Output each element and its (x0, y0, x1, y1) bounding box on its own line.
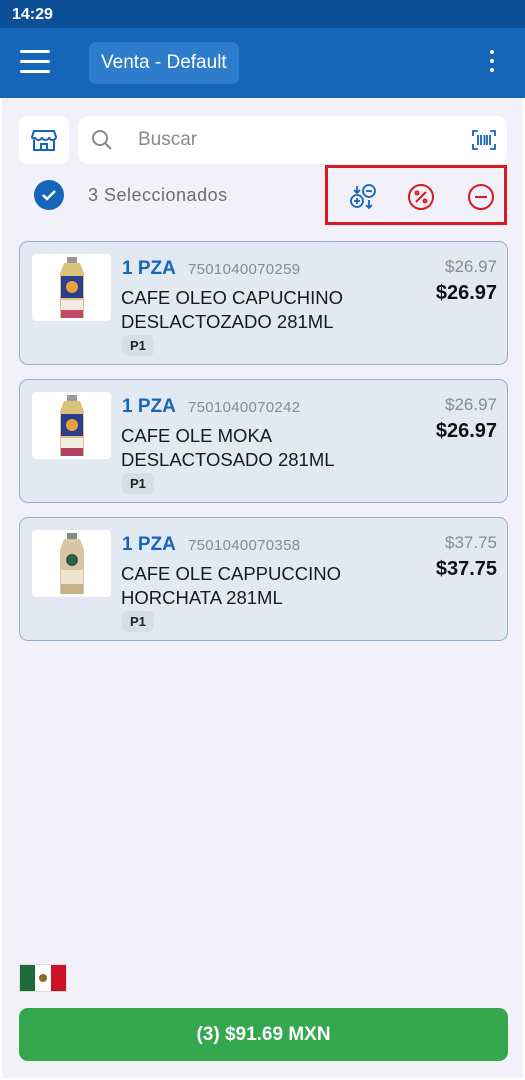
selection-actions (325, 165, 507, 225)
item-name: CAFE OLEO CAPUCHINO DESLACTOZADO 281ML (121, 286, 371, 334)
status-bar: 14:29 (0, 0, 525, 28)
item-original-price: $26.97 (445, 257, 497, 276)
mexico-flag-icon[interactable] (19, 964, 67, 992)
store-button[interactable] (19, 116, 69, 164)
item-name-line1: CAFE OLE MOKA (121, 425, 273, 446)
item-name-line1: CAFE OLE CAPPUCCINO (121, 563, 341, 584)
quantity-adjust-icon[interactable] (347, 181, 379, 213)
item-original-price: $26.97 (445, 395, 497, 414)
status-time: 14:29 (12, 6, 53, 23)
cart-item[interactable]: 1 PZA 7501040070358 CAFE OLE CAPPUCCINO … (19, 517, 508, 641)
barcode-scan-icon[interactable] (472, 130, 496, 150)
price-list-badge: P1 (122, 611, 154, 632)
main-content: 3 Seleccionados 1 PZA 7501040070259 CAFE… (2, 98, 523, 1078)
item-name-line2: DESLACTOZADO 281ML (121, 311, 334, 332)
price-list-badge: P1 (122, 473, 154, 494)
menu-icon[interactable] (20, 50, 50, 76)
cart-item[interactable]: 1 PZA 7501040070242 CAFE OLE MOKA DESLAC… (19, 379, 508, 503)
item-quantity: 1 PZA (122, 396, 176, 417)
search-input[interactable] (138, 126, 458, 154)
store-icon (31, 130, 57, 151)
item-price: $26.97 (435, 420, 497, 442)
app-bar: Venta - Default (0, 28, 525, 98)
item-quantity: 1 PZA (122, 258, 176, 279)
more-vert-icon[interactable] (482, 50, 502, 78)
item-price: $26.97 (435, 282, 497, 304)
item-barcode: 7501040070358 (188, 537, 301, 554)
checkout-button[interactable]: (3) $91.69 MXN (19, 1008, 508, 1061)
discount-icon[interactable] (405, 181, 437, 213)
select-all-checkbox[interactable] (34, 180, 64, 210)
product-image (32, 254, 111, 321)
price-list-badge: P1 (122, 335, 154, 356)
page-title[interactable]: Venta - Default (89, 42, 239, 84)
selection-count: 3 Seleccionados (88, 185, 228, 205)
product-image (32, 392, 111, 459)
check-icon (42, 190, 56, 201)
item-name-line1: CAFE OLEO CAPUCHINO (121, 287, 344, 308)
item-name: CAFE OLE MOKA DESLACTOSADO 281ML (121, 424, 371, 472)
item-price: $37.75 (435, 558, 497, 580)
item-quantity: 1 PZA (122, 534, 176, 555)
remove-icon[interactable] (465, 181, 497, 213)
search-icon (92, 130, 112, 150)
cart-items-list: 1 PZA 7501040070259 CAFE OLEO CAPUCHINO … (19, 241, 508, 655)
item-barcode: 7501040070259 (188, 261, 301, 278)
item-name-line2: DESLACTOSADO 281ML (121, 449, 335, 470)
item-name: CAFE OLE CAPPUCCINO HORCHATA 281ML (121, 562, 371, 610)
cart-item[interactable]: 1 PZA 7501040070259 CAFE OLEO CAPUCHINO … (19, 241, 508, 365)
item-name-line2: HORCHATA 281ML (121, 587, 283, 608)
item-barcode: 7501040070242 (188, 399, 301, 416)
search-bar (78, 116, 507, 164)
item-original-price: $37.75 (445, 533, 497, 552)
product-image (32, 530, 111, 597)
